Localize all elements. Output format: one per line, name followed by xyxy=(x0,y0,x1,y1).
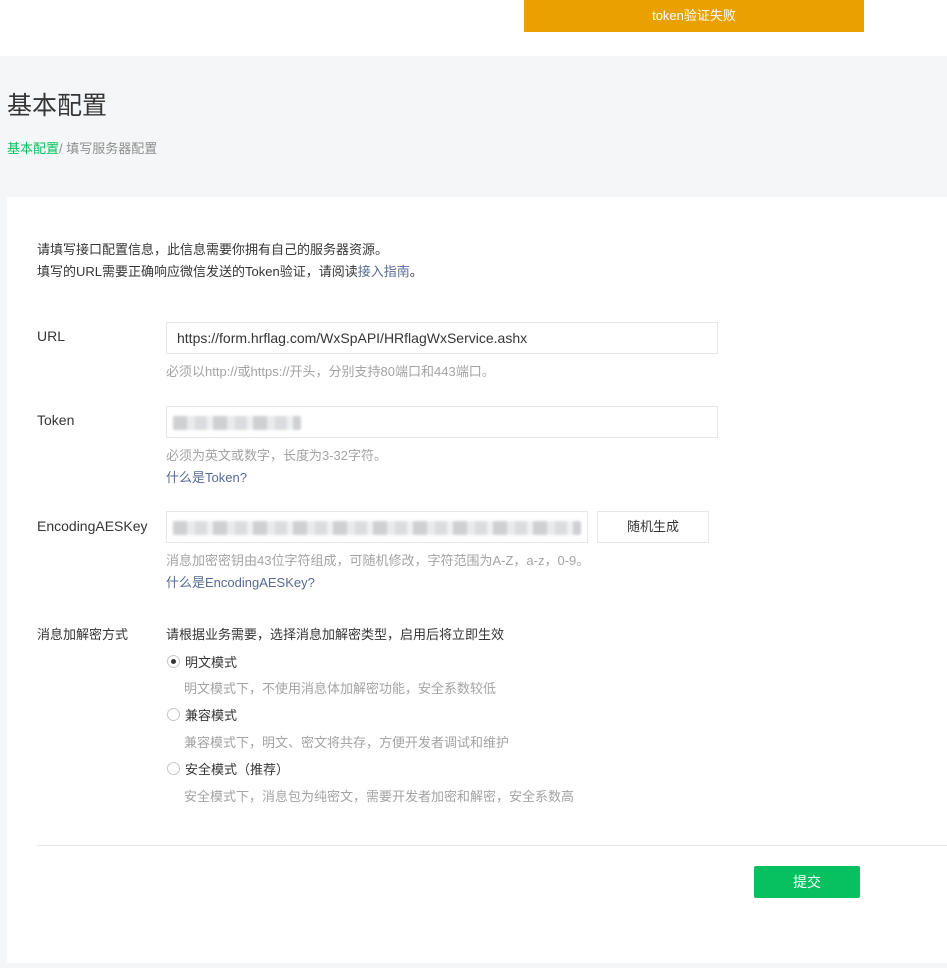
token-label: Token xyxy=(37,412,75,428)
breadcrumb-current: 填写服务器配置 xyxy=(66,141,158,156)
radio-secure-mode[interactable]: 安全模式（推荐） xyxy=(167,759,289,778)
url-input[interactable]: https://form.hrflag.com/WxSpAPI/HRflagWx… xyxy=(166,322,718,354)
secure-mode-desc: 安全模式下，消息包为纯密文，需要开发者加密和解密，安全系数高 xyxy=(184,789,575,804)
url-hint: 必须以http://或https://开头，分别支持80端口和443端口。 xyxy=(166,364,495,379)
what-is-token-link[interactable]: 什么是Token? xyxy=(166,467,247,486)
plaintext-mode-desc: 明文模式下，不使用消息体加解密功能，安全系数较低 xyxy=(184,681,497,696)
token-input[interactable] xyxy=(166,406,718,438)
token-hint: 必须为英文或数字，长度为3-32字符。 xyxy=(166,448,388,463)
radio-unchecked-icon[interactable] xyxy=(167,762,180,775)
intro-line-2-prefix: 填写的URL需要正确响应微信发送的Token验证，请阅读 xyxy=(37,264,358,279)
encryption-mode-description: 请根据业务需要，选择消息加解密类型，启用后将立即生效 xyxy=(166,627,505,642)
intro-text: 请填写接口配置信息，此信息需要你拥有自己的服务器资源。 填写的URL需要正确响应… xyxy=(37,239,423,283)
radio-plaintext-mode[interactable]: 明文模式 xyxy=(167,652,237,671)
divider xyxy=(37,845,947,846)
token-redacted xyxy=(173,416,301,430)
access-guide-link[interactable]: 接入指南 xyxy=(358,264,410,279)
aes-key-label: EncodingAESKey xyxy=(37,518,148,534)
aes-key-hint: 消息加密密钥由43位字符组成，可随机修改，字符范围为A-Z，a-z，0-9。 xyxy=(166,553,590,568)
radio-unchecked-icon[interactable] xyxy=(167,708,180,721)
breadcrumb-parent-link[interactable]: 基本配置 xyxy=(7,141,59,156)
what-is-aes-key-link[interactable]: 什么是EncodingAESKey? xyxy=(166,572,315,591)
page-title: 基本配置 xyxy=(7,92,108,120)
url-label: URL xyxy=(37,328,66,344)
intro-line-2-suffix: 。 xyxy=(409,264,423,279)
submit-button[interactable]: 提交 xyxy=(754,866,860,898)
breadcrumb: 基本配置/ 填写服务器配置 xyxy=(7,138,157,157)
aes-key-input[interactable] xyxy=(166,511,588,543)
encryption-mode-label: 消息加解密方式 xyxy=(37,627,129,642)
aes-key-redacted xyxy=(173,521,581,535)
radio-compatible-label: 兼容模式 xyxy=(185,708,238,723)
radio-secure-label: 安全模式（推荐） xyxy=(185,762,290,777)
config-panel: 请填写接口配置信息，此信息需要你拥有自己的服务器资源。 填写的URL需要正确响应… xyxy=(7,197,947,963)
compatible-mode-desc: 兼容模式下，明文、密文将共存，方便开发者调试和维护 xyxy=(184,735,510,750)
radio-plaintext-label: 明文模式 xyxy=(185,655,238,670)
random-generate-button[interactable]: 随机生成 xyxy=(597,511,709,543)
error-toast: token验证失败 xyxy=(524,0,864,32)
intro-line-2: 填写的URL需要正确响应微信发送的Token验证，请阅读接入指南。 xyxy=(37,261,423,283)
radio-checked-icon[interactable] xyxy=(167,655,180,668)
intro-line-1: 请填写接口配置信息，此信息需要你拥有自己的服务器资源。 xyxy=(37,242,389,257)
radio-compatible-mode[interactable]: 兼容模式 xyxy=(167,705,237,724)
